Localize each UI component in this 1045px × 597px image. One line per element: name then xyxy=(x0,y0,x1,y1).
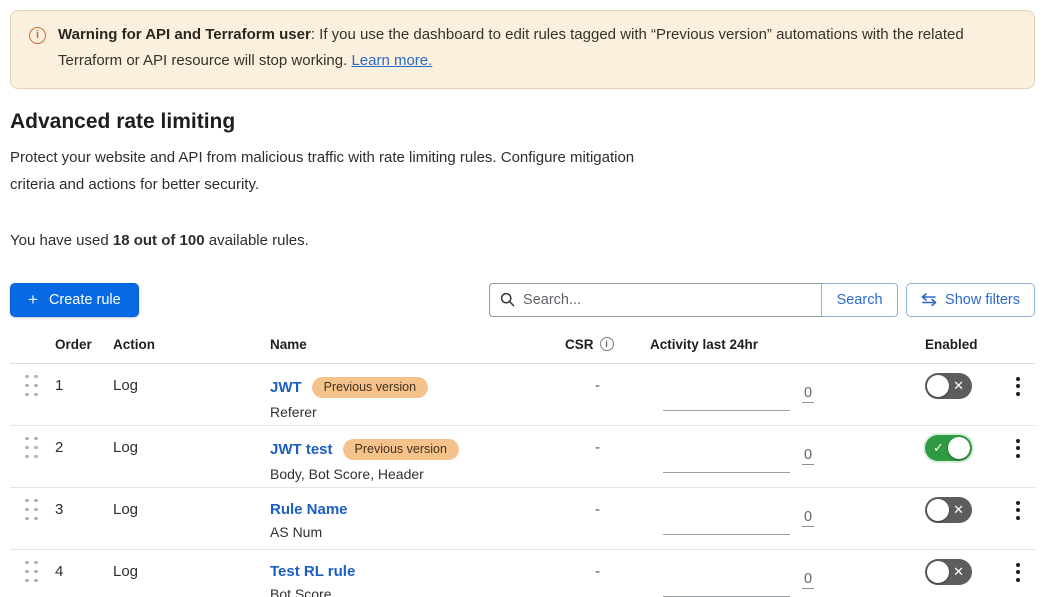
csr-header-label: CSR xyxy=(565,337,594,352)
search-box xyxy=(489,283,821,317)
rule-order: 3 xyxy=(55,488,113,549)
plus-icon: + xyxy=(28,290,38,310)
col-header-csr: CSR i xyxy=(565,337,650,352)
row-menu-kebab-icon[interactable] xyxy=(1010,375,1035,398)
row-menu-kebab-icon[interactable] xyxy=(1010,561,1035,584)
activity-count[interactable]: 0 xyxy=(802,571,814,589)
previous-version-badge: Previous version xyxy=(312,377,428,398)
activity-count[interactable]: 0 xyxy=(802,509,814,527)
rule-criteria: AS Num xyxy=(270,524,565,540)
search-area: Search Show filters xyxy=(489,283,1035,317)
rule-csr-value: - xyxy=(565,550,650,597)
show-filters-button[interactable]: Show filters xyxy=(906,283,1035,317)
table-row: 1 Log JWT Previous version Referer - 0 ✓✕ xyxy=(10,364,1035,426)
usage-prefix: You have used xyxy=(10,232,113,249)
create-rule-button[interactable]: + Create rule xyxy=(10,283,139,317)
rule-order: 4 xyxy=(55,550,113,597)
rule-criteria: Referer xyxy=(270,404,565,420)
drag-handle-icon[interactable] xyxy=(25,561,55,583)
create-rule-label: Create rule xyxy=(49,292,121,308)
warning-banner: i Warning for API and Terraform user: If… xyxy=(10,10,1035,89)
rules-table-header: Order Action Name CSR i Activity last 24… xyxy=(10,337,1035,364)
toggle-knob xyxy=(927,375,949,397)
csr-info-icon[interactable]: i xyxy=(600,337,614,351)
rule-action: Log xyxy=(113,364,270,425)
rule-activity-cell: 0 xyxy=(650,488,925,549)
enable-toggle[interactable]: ✓✕ xyxy=(925,435,972,461)
rule-csr-value: - xyxy=(565,426,650,487)
toggle-knob xyxy=(927,499,949,521)
table-row: 4 Log Test RL rule Bot Score - 0 ✓✕ xyxy=(10,550,1035,597)
warning-banner-text: Warning for API and Terraform user: If y… xyxy=(58,22,1014,75)
activity-sparkline xyxy=(663,534,790,535)
row-menu-kebab-icon[interactable] xyxy=(1010,499,1035,522)
rule-activity-cell: 0 xyxy=(650,550,925,597)
previous-version-badge: Previous version xyxy=(343,439,459,460)
rule-name-link[interactable]: JWT test xyxy=(270,441,333,458)
rule-name-link[interactable]: Rule Name xyxy=(270,501,348,518)
activity-sparkline xyxy=(663,410,790,411)
usage-count: 18 out of 100 xyxy=(113,232,205,249)
cross-icon: ✕ xyxy=(953,373,964,399)
rule-csr-value: - xyxy=(565,488,650,549)
activity-sparkline xyxy=(663,596,790,597)
rule-activity-cell: 0 xyxy=(650,364,925,425)
usage-suffix: available rules. xyxy=(205,232,309,249)
cross-icon: ✕ xyxy=(953,497,964,523)
col-header-activity: Activity last 24hr xyxy=(650,337,925,352)
rule-order: 2 xyxy=(55,426,113,487)
drag-handle-icon[interactable] xyxy=(25,499,55,521)
rule-csr-value: - xyxy=(565,364,650,425)
drag-handle-icon[interactable] xyxy=(25,437,55,459)
enable-toggle[interactable]: ✓✕ xyxy=(925,559,972,585)
search-button[interactable]: Search xyxy=(821,283,898,317)
page-title: Advanced rate limiting xyxy=(10,110,1035,134)
table-row: 2 Log JWT test Previous version Body, Bot… xyxy=(10,426,1035,488)
col-header-name: Name xyxy=(270,337,565,352)
page-description: Protect your website and API from malici… xyxy=(10,144,635,198)
row-menu-kebab-icon[interactable] xyxy=(1010,437,1035,460)
rule-criteria: Body, Bot Score, Header xyxy=(270,466,565,482)
rule-name-link[interactable]: Test RL rule xyxy=(270,563,355,580)
swap-arrows-icon xyxy=(921,293,937,306)
activity-sparkline xyxy=(663,472,790,473)
rule-action: Log xyxy=(113,488,270,549)
cross-icon: ✕ xyxy=(953,559,964,585)
rule-name-link[interactable]: JWT xyxy=(270,379,302,396)
warning-info-icon: i xyxy=(29,27,46,44)
usage-summary: You have used 18 out of 100 available ru… xyxy=(10,232,1035,249)
table-row: 3 Log Rule Name AS Num - 0 ✓✕ xyxy=(10,488,1035,550)
toggle-knob xyxy=(927,561,949,583)
col-header-action: Action xyxy=(113,337,270,352)
rule-action: Log xyxy=(113,550,270,597)
enable-toggle[interactable]: ✓✕ xyxy=(925,373,972,399)
rule-criteria: Bot Score xyxy=(270,586,565,597)
toggle-knob xyxy=(948,437,970,459)
rule-activity-cell: 0 xyxy=(650,426,925,487)
search-icon xyxy=(500,292,515,307)
search-input[interactable] xyxy=(523,292,811,308)
warning-banner-title: Warning for API and Terraform user xyxy=(58,26,311,43)
rule-action: Log xyxy=(113,426,270,487)
col-header-order: Order xyxy=(55,337,113,352)
enable-toggle[interactable]: ✓✕ xyxy=(925,497,972,523)
col-header-enabled: Enabled xyxy=(925,337,1000,352)
advanced-rate-limiting-page: i Warning for API and Terraform user: If… xyxy=(0,0,1045,597)
rule-order: 1 xyxy=(55,364,113,425)
show-filters-label: Show filters xyxy=(945,292,1020,308)
activity-count[interactable]: 0 xyxy=(802,447,814,465)
drag-handle-icon[interactable] xyxy=(25,375,55,397)
toolbar: + Create rule Search Show filters xyxy=(10,283,1035,317)
check-icon: ✓ xyxy=(933,435,944,461)
learn-more-link[interactable]: Learn more. xyxy=(351,52,432,69)
activity-count[interactable]: 0 xyxy=(802,385,814,403)
